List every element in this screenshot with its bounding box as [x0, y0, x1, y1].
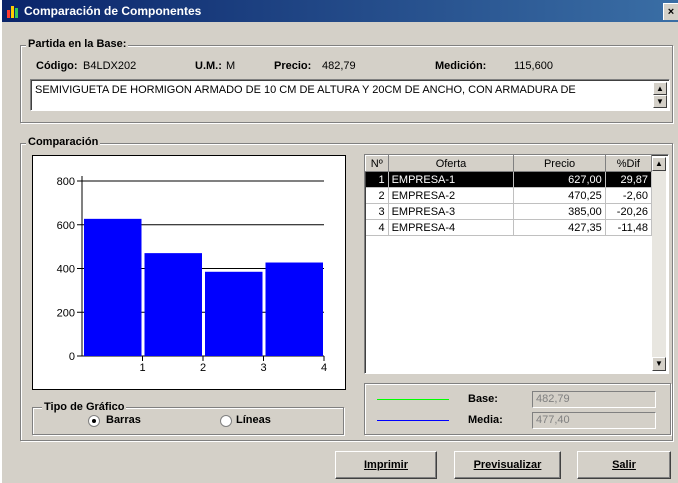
cell-oferta: EMPRESA-4 [388, 219, 515, 236]
cell-oferta: EMPRESA-3 [388, 203, 515, 220]
um-value: M [226, 60, 236, 72]
precio-label: Precio: [274, 60, 312, 72]
col-header-dif[interactable]: %Dif [604, 155, 653, 172]
cell-oferta: EMPRESA-1 [388, 171, 515, 188]
chart-bar [84, 218, 142, 356]
radio-barras-label[interactable]: Barras [106, 414, 141, 426]
imprimir-button[interactable]: Imprimir [335, 451, 437, 479]
radio-barras[interactable] [88, 415, 100, 427]
um-label: U.M.: [195, 60, 222, 72]
chart-xtick-label: 1 [139, 362, 145, 374]
description-text: SEMIVIGUETA DE HORMIGON ARMADO DE 10 CM … [35, 84, 576, 96]
chart-bar [265, 262, 323, 356]
title-bar[interactable]: Comparación de Componentes × [2, 0, 678, 22]
codigo-value: B4LDX202 [83, 60, 137, 72]
chart-xtick-label: 4 [321, 362, 327, 374]
col-header-oferta[interactable]: Oferta [387, 155, 515, 172]
previsualizar-button[interactable]: Previsualizar [454, 451, 561, 479]
imprimir-label: Imprimir [363, 459, 408, 471]
cell-n: 4 [365, 219, 389, 236]
cell-oferta: EMPRESA-2 [388, 187, 515, 204]
chart-ytick-label: 800 [57, 176, 75, 188]
cell-precio: 627,00 [513, 171, 606, 188]
cell-dif: -2,60 [605, 187, 653, 204]
chart-ytick-label: 0 [69, 351, 75, 363]
table-scroll-up[interactable]: ▲ [652, 157, 666, 171]
radio-lineas[interactable] [220, 415, 232, 427]
cell-n: 3 [365, 203, 389, 220]
base-line-swatch [377, 399, 449, 400]
chart-xtick-label: 2 [200, 362, 206, 374]
base-value-field: 482,79 [532, 391, 656, 408]
cell-n: 1 [365, 171, 389, 188]
description-textarea[interactable]: SEMIVIGUETA DE HORMIGON ARMADO DE 10 CM … [30, 79, 670, 111]
ofertas-grid: Nº Oferta Precio %Dif 1 EMPRESA-1 627,00 29… [365, 155, 653, 236]
precio-value: 482,79 [322, 60, 356, 72]
comparacion-group-label: Comparación [26, 136, 101, 148]
table-vscrollbar[interactable]: ▲ ▼ [652, 157, 666, 371]
chart-bar [144, 253, 202, 356]
partida-group-label: Partida en la Base: [26, 38, 129, 50]
chart-panel: 0 200 400 600 800 1 2 3 4 [32, 155, 346, 390]
cell-precio: 427,35 [513, 219, 606, 236]
chart-ytick-label: 400 [57, 264, 75, 276]
window-title: Comparación de Componentes [24, 4, 202, 18]
previsualizar-label: Previsualizar [473, 459, 542, 471]
table-row[interactable]: 1 EMPRESA-1 627,00 29,87 [365, 171, 653, 188]
description-scroll-down[interactable]: ▼ [653, 95, 667, 108]
app-icon [7, 6, 18, 18]
arrow-down-icon: ▼ [656, 97, 664, 106]
media-value-field: 477,40 [532, 412, 656, 429]
cell-dif: -20,26 [605, 203, 653, 220]
salir-button[interactable]: Salir [577, 451, 671, 479]
arrow-up-icon: ▲ [655, 159, 663, 168]
table-row[interactable]: 2 EMPRESA-2 470,25 -2,60 [365, 187, 653, 204]
chart-bar [205, 271, 263, 356]
table-row[interactable]: 3 EMPRESA-3 385,00 -20,26 [365, 203, 653, 220]
codigo-label: Código: [36, 60, 78, 72]
medicion-label: Medición: [435, 60, 487, 72]
table-scroll-down[interactable]: ▼ [652, 357, 666, 371]
cell-dif: -11,48 [605, 219, 653, 236]
media-line-swatch [377, 420, 449, 421]
salir-label: Salir [612, 459, 636, 471]
cell-precio: 470,25 [513, 187, 606, 204]
description-scroll-up[interactable]: ▲ [653, 82, 667, 95]
cell-n: 2 [365, 187, 389, 204]
arrow-down-icon: ▼ [655, 359, 663, 368]
bar-chart: 0 200 400 600 800 1 2 3 4 [57, 176, 327, 374]
media-label: Media: [468, 414, 503, 426]
col-header-n[interactable]: Nº [365, 155, 389, 172]
close-button[interactable]: × [663, 3, 678, 20]
close-icon: × [667, 6, 675, 18]
chart-ytick-label: 200 [57, 307, 75, 319]
chart-xtick-label: 3 [260, 362, 266, 374]
ofertas-table[interactable]: Nº Oferta Precio %Dif 1 EMPRESA-1 627,00 29… [364, 154, 669, 374]
base-label: Base: [468, 393, 498, 405]
cell-precio: 385,00 [513, 203, 606, 220]
table-header-row: Nº Oferta Precio %Dif [365, 155, 653, 172]
tipo-grafico-label: Tipo de Gráfico [42, 401, 127, 413]
radio-lineas-label[interactable]: Líneas [236, 414, 271, 426]
window: Comparación de Componentes × Partida en … [0, 0, 678, 483]
medicion-value: 115,600 [514, 60, 553, 72]
chart-ytick-label: 600 [57, 220, 75, 232]
cell-dif: 29,87 [605, 171, 653, 188]
col-header-precio[interactable]: Precio [513, 155, 606, 172]
arrow-up-icon: ▲ [656, 84, 664, 93]
table-row[interactable]: 4 EMPRESA-4 427,35 -11,48 [365, 219, 653, 236]
